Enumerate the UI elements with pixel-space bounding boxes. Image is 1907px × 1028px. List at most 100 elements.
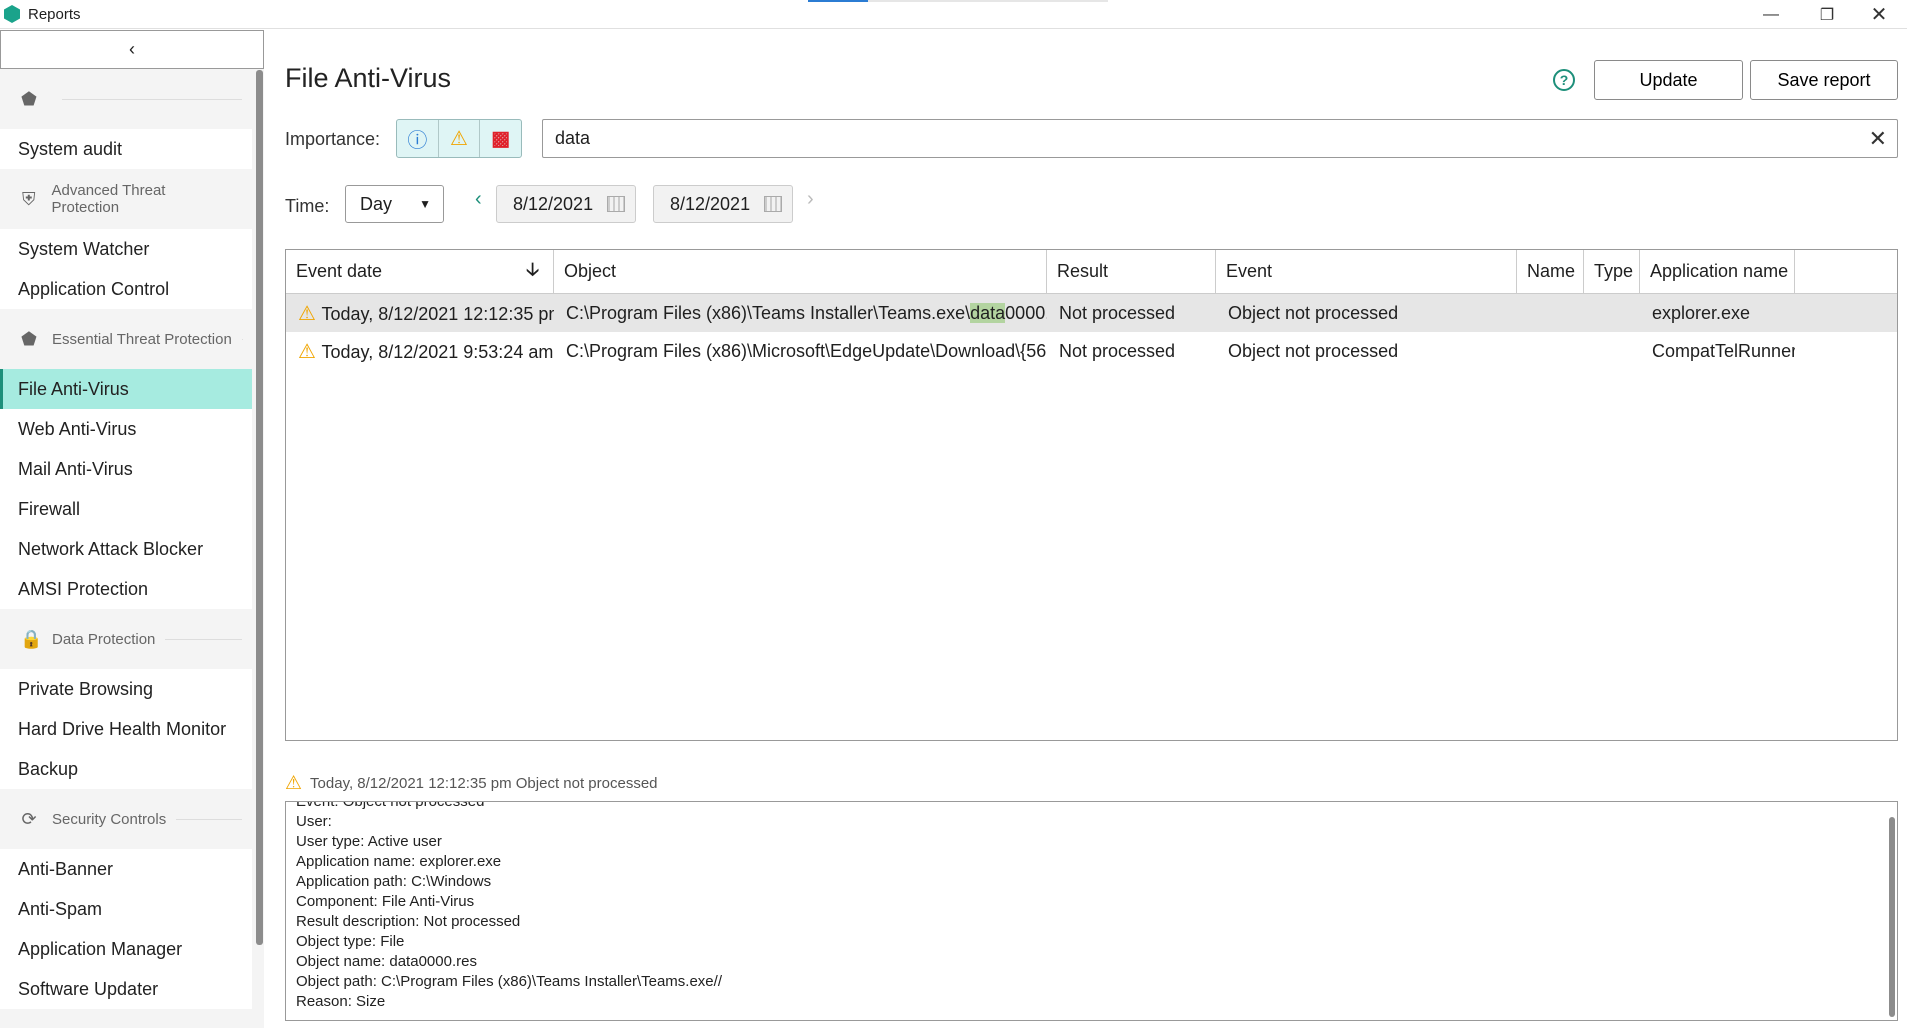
close-button[interactable]: ✕ bbox=[1851, 0, 1907, 29]
date-to-field[interactable]: 8/12/2021 bbox=[653, 185, 793, 223]
column-header-type[interactable]: Type bbox=[1584, 250, 1640, 293]
sort-down-icon[interactable]: 🡣 bbox=[526, 257, 539, 287]
details-line: Object path: C:\Program Files (x86)\Team… bbox=[296, 973, 722, 990]
sidebar-item-network-attack-blocker[interactable]: Network Attack Blocker bbox=[0, 529, 252, 569]
app-logo-icon bbox=[4, 5, 20, 23]
info-icon[interactable]: ⓘ bbox=[397, 120, 439, 157]
object-path: C:\Program Files (x86)\Teams Installer\T… bbox=[566, 302, 971, 323]
previous-period-button[interactable]: ‹ bbox=[475, 188, 482, 211]
cell-result: Not processed bbox=[1059, 340, 1176, 361]
column-header-result[interactable]: Result bbox=[1047, 250, 1216, 293]
column-header-application-name[interactable]: Application name bbox=[1640, 250, 1795, 293]
cell-app: explorer.exe bbox=[1652, 302, 1751, 323]
calendar-icon[interactable] bbox=[764, 196, 782, 212]
details-line: User type: Active user bbox=[296, 833, 442, 850]
column-header-event-date[interactable]: Event date 🡣 bbox=[286, 250, 554, 293]
column-header-object[interactable]: Object bbox=[554, 250, 1047, 293]
sidebar-item-application-control[interactable]: Application Control bbox=[0, 269, 252, 309]
warning-icon: ⚠ bbox=[298, 302, 322, 325]
sidebar-item-firewall[interactable]: Firewall bbox=[0, 489, 252, 529]
sidebar-item-software-updater[interactable]: Software Updater bbox=[0, 969, 252, 1009]
warning-icon: ⚠ bbox=[298, 340, 322, 363]
details-line: Object name: data0000.res bbox=[296, 953, 477, 970]
details-line: Object type: File bbox=[296, 933, 405, 950]
table-row[interactable]: ⚠ Today, 8/12/2021 12:12:35 pm C:\Program… bbox=[286, 294, 1897, 332]
sidebar-item-anti-banner[interactable]: Anti-Banner bbox=[0, 849, 252, 889]
page-title: File Anti-Virus bbox=[285, 63, 452, 93]
search-value: data bbox=[555, 128, 591, 148]
cell-object: C:\Program Files (x86)\Microsoft\EdgeUpd… bbox=[554, 341, 1047, 362]
time-label: Time: bbox=[285, 196, 330, 216]
clear-search-icon[interactable]: ✕ bbox=[1869, 126, 1887, 152]
details-line: Result description: Not processed bbox=[296, 913, 521, 930]
sidebar-item-system-audit[interactable]: System audit bbox=[0, 129, 252, 169]
sidebar-item-system-watcher[interactable]: System Watcher bbox=[0, 229, 252, 269]
window-title: Reports bbox=[28, 5, 81, 23]
object-path: C:\Program Files (x86)\Microsoft\EdgeUpd… bbox=[566, 340, 1047, 361]
events-table: Event date 🡣 Object Result Event Name Type Appl… bbox=[285, 249, 1898, 741]
sidebar-item-hard-drive-health-monitor[interactable]: Hard Drive Health Monitor bbox=[0, 709, 252, 749]
refresh-shield-icon: ⟳ bbox=[21, 808, 37, 829]
table-body: ⚠ Today, 8/12/2021 12:12:35 pm C:\Program… bbox=[286, 294, 1897, 370]
importance-label: Importance: bbox=[285, 129, 381, 149]
column-header-name[interactable]: Name bbox=[1517, 250, 1584, 293]
sidebar-item-web-anti-virus[interactable]: Web Anti-Virus bbox=[0, 409, 252, 449]
table-row[interactable]: ⚠ Today, 8/12/2021 9:53:24 am C:\Program … bbox=[286, 332, 1897, 370]
search-highlight: data bbox=[970, 302, 1006, 323]
group-divider bbox=[176, 818, 242, 820]
date-from-field[interactable]: 8/12/2021 bbox=[496, 185, 636, 223]
lock-icon: 🔒 bbox=[20, 628, 43, 649]
event-date-text: Today, 8/12/2021 12:12:35 pm bbox=[321, 303, 555, 324]
cell-event: Object not processed bbox=[1228, 302, 1399, 323]
period-value: Day bbox=[360, 193, 393, 214]
warning-icon: ⚠ bbox=[285, 773, 303, 794]
sidebar-group-header: ⬟ bbox=[0, 69, 252, 129]
details-line: User: bbox=[296, 813, 332, 830]
critical-icon[interactable]: ▩ bbox=[480, 120, 521, 157]
cell-event-date: ⚠ Today, 8/12/2021 12:12:35 pm bbox=[286, 301, 554, 326]
save-report-button[interactable]: Save report bbox=[1750, 60, 1898, 100]
restore-button[interactable]: ❐ bbox=[1799, 0, 1855, 29]
chevron-down-icon: ▼ bbox=[419, 197, 431, 211]
cell-object: C:\Program Files (x86)\Teams Installer\T… bbox=[554, 302, 1047, 324]
group-divider bbox=[165, 638, 242, 640]
calendar-icon[interactable] bbox=[607, 196, 625, 212]
search-input[interactable]: data ✕ bbox=[542, 119, 1898, 158]
column-label: Type bbox=[1594, 261, 1634, 281]
minimize-button[interactable]: — bbox=[1743, 0, 1799, 29]
object-path-rest: 0000.res bbox=[1005, 302, 1047, 323]
column-header-empty bbox=[1795, 250, 1897, 293]
warning-icon[interactable]: ⚠ bbox=[439, 120, 481, 157]
shield-icon: ⛨ bbox=[22, 188, 36, 209]
update-button[interactable]: Update bbox=[1594, 60, 1743, 100]
shield-icon: ⬟ bbox=[21, 328, 37, 349]
details-header: ⚠ Today, 8/12/2021 12:12:35 pm Object no… bbox=[285, 772, 658, 795]
sidebar-group-header: ⟳ Security Controls bbox=[0, 789, 252, 849]
cell-event-date: ⚠ Today, 8/12/2021 9:53:24 am bbox=[286, 339, 554, 364]
sidebar-item-mail-anti-virus[interactable]: Mail Anti-Virus bbox=[0, 449, 252, 489]
main-panel: File Anti-Virus ? Update Save report Imp… bbox=[285, 30, 1907, 1028]
sidebar-item-amsi-protection[interactable]: AMSI Protection bbox=[0, 569, 252, 609]
sidebar-item-application-manager[interactable]: Application Manager bbox=[0, 929, 252, 969]
sidebar-scrollbar[interactable] bbox=[256, 70, 263, 945]
details-scrollbar[interactable] bbox=[1889, 817, 1895, 1017]
details-panel[interactable]: Event: Object not processed User: User typ… bbox=[285, 801, 1898, 1021]
date-to-value: 8/12/2021 bbox=[670, 193, 751, 214]
sidebar-item-anti-spam[interactable]: Anti-Spam bbox=[0, 889, 252, 929]
sidebar-group-label: Security Controls bbox=[52, 810, 167, 828]
help-icon[interactable]: ? bbox=[1553, 69, 1575, 91]
title-bar: Reports bbox=[0, 0, 1907, 29]
column-header-event[interactable]: Event bbox=[1216, 250, 1517, 293]
importance-filter: ⓘ ⚠ ▩ bbox=[396, 119, 522, 158]
sidebar-item-file-anti-virus[interactable]: File Anti-Virus bbox=[0, 369, 252, 409]
period-dropdown[interactable]: Day ▼ bbox=[345, 185, 444, 223]
sidebar: ‹ ⬟ System audit ⛨ Advanced Threat Protecti… bbox=[0, 30, 264, 1028]
sidebar-group-label: Advanced Threat Protection bbox=[51, 182, 166, 216]
group-divider bbox=[62, 98, 242, 100]
sidebar-item-backup[interactable]: Backup bbox=[0, 749, 252, 789]
sidebar-group-header: ⛨ Advanced Threat Protection bbox=[0, 169, 252, 229]
next-period-button[interactable]: › bbox=[807, 188, 814, 211]
column-label: Event date bbox=[296, 261, 383, 281]
collapse-sidebar-button[interactable]: ‹ bbox=[0, 30, 264, 69]
sidebar-item-private-browsing[interactable]: Private Browsing bbox=[0, 669, 252, 709]
